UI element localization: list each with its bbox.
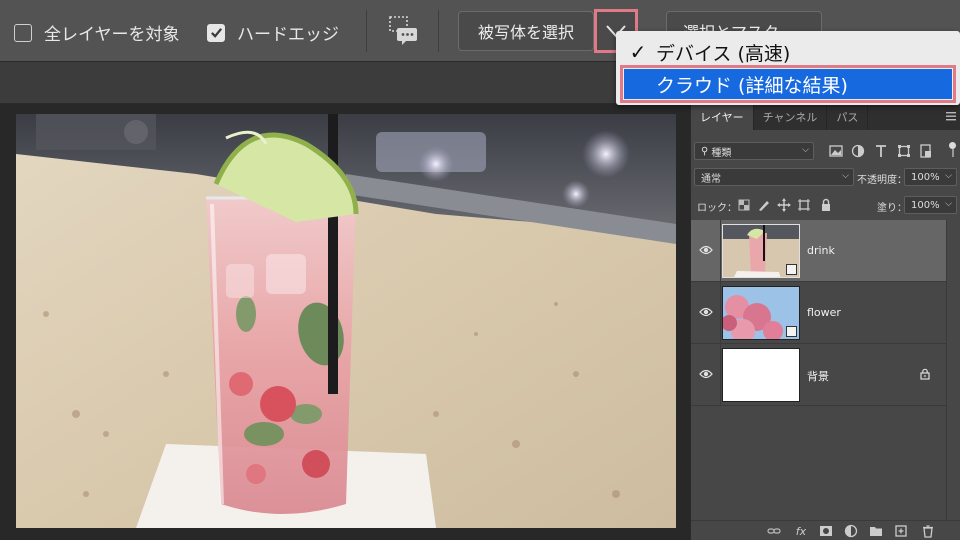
layer-name: 背景	[807, 370, 829, 383]
chevron-down-icon: ⌵	[945, 199, 952, 209]
menu-item-cloud[interactable]: クラウド (詳細な結果)	[620, 65, 956, 103]
layers-bottom-toolbar: fx	[691, 520, 960, 540]
layers-scrollbar[interactable]	[946, 220, 960, 520]
lock-position-icon[interactable]	[777, 198, 791, 212]
all-layers-checkbox[interactable]	[14, 23, 32, 42]
blend-mode-select[interactable]: 通常 ⌵	[694, 168, 854, 186]
panel-menu-icon[interactable]	[946, 110, 956, 122]
lock-all-icon[interactable]	[819, 198, 833, 212]
lock-image-pixels-icon[interactable]	[757, 198, 771, 212]
hard-edge-checkbox[interactable]	[207, 23, 225, 42]
divider	[438, 10, 439, 52]
layers-panel: レイヤー チャンネル パス ⚲ 種類 ⌵ 通常 ⌵ 不透明度： 100% ⌵ ロ…	[690, 104, 960, 540]
new-group-icon[interactable]	[869, 524, 883, 538]
layer-filter-select[interactable]: ⚲ 種類 ⌵	[694, 142, 814, 160]
layer-row-drink[interactable]: drink	[691, 220, 946, 282]
filter-kind-value: 種類	[711, 147, 732, 159]
menu-item-device[interactable]: ✓ デバイス (高速)	[624, 37, 952, 67]
layer-thumbnail[interactable]	[722, 348, 800, 402]
eye-icon[interactable]	[699, 244, 713, 256]
opacity-input[interactable]: 100% ⌵	[904, 168, 957, 186]
lock-transparent-pixels-icon[interactable]	[737, 198, 751, 212]
chevron-down-icon: ⌵	[802, 145, 809, 155]
new-layer-icon[interactable]	[894, 524, 908, 538]
photoshop-window: 全レイヤーを対象 ハードエッジ 被写体を選択 選択とマスク... ✓ デバイス …	[0, 0, 960, 540]
canvas-area[interactable]	[0, 104, 690, 540]
fill-input[interactable]: 100% ⌵	[904, 196, 957, 214]
menu-item-label: クラウド (詳細な結果)	[656, 74, 848, 97]
document-image[interactable]	[16, 114, 676, 528]
adjustment-filter-icon[interactable]	[851, 144, 865, 158]
layer-name: drink	[807, 244, 835, 257]
fill-label: 塗り：	[877, 203, 907, 214]
lock-icon	[920, 368, 930, 380]
all-layers-label: 全レイヤーを対象	[44, 25, 180, 45]
smart-object-filter-icon[interactable]	[919, 144, 933, 158]
chevron-down-icon: ⌵	[945, 171, 952, 181]
smart-object-badge-icon	[786, 264, 797, 275]
menu-item-label: デバイス (高速)	[656, 42, 791, 65]
tab-channels[interactable]: チャンネル	[754, 104, 828, 130]
lock-label: ロック：	[697, 203, 737, 214]
blend-mode-value: 通常	[701, 173, 721, 185]
divider	[366, 10, 367, 52]
select-subject-mode-menu: ✓ デバイス (高速) クラウド (詳細な結果)	[616, 31, 960, 105]
check-icon	[210, 28, 222, 38]
panel-tabs: レイヤー チャンネル パス	[691, 104, 960, 130]
hard-edge-option[interactable]: ハードエッジ	[207, 20, 339, 45]
chevron-down-icon: ⌵	[842, 171, 849, 181]
object-selection-feedback-icon[interactable]	[387, 14, 419, 46]
layer-name: flower	[807, 306, 841, 319]
link-layers-icon[interactable]	[767, 524, 781, 538]
trash-icon[interactable]	[921, 524, 935, 538]
select-subject-button[interactable]: 被写体を選択	[458, 11, 594, 51]
checkmark-icon: ✓	[629, 40, 647, 64]
adjustment-layer-icon[interactable]	[844, 524, 858, 538]
filter-toggle[interactable]	[949, 142, 957, 158]
fill-value: 100%	[911, 199, 940, 211]
add-mask-icon[interactable]	[819, 524, 833, 538]
layer-thumbnail[interactable]	[722, 286, 800, 340]
hard-edge-label: ハードエッジ	[237, 25, 339, 45]
lock-artboard-icon[interactable]	[797, 198, 811, 212]
tab-layers[interactable]: レイヤー	[691, 104, 754, 130]
search-icon: ⚲	[701, 145, 709, 157]
eye-icon[interactable]	[699, 368, 713, 380]
layer-row-background[interactable]: 背景	[691, 344, 946, 406]
smart-object-badge-icon	[786, 326, 797, 337]
opacity-value: 100%	[911, 171, 940, 183]
all-layers-option[interactable]: 全レイヤーを対象	[14, 20, 180, 45]
type-filter-icon[interactable]	[874, 144, 888, 158]
pixel-filter-icon[interactable]	[829, 144, 843, 158]
tab-paths[interactable]: パス	[827, 104, 869, 130]
shape-filter-icon[interactable]	[897, 144, 911, 158]
cocktail-photo	[16, 114, 676, 528]
layer-row-flower[interactable]: flower	[691, 282, 946, 344]
opacity-label: 不透明度：	[857, 175, 907, 186]
eye-icon[interactable]	[699, 306, 713, 318]
layer-thumbnail[interactable]	[722, 224, 800, 278]
fx-icon[interactable]: fx	[794, 524, 808, 538]
